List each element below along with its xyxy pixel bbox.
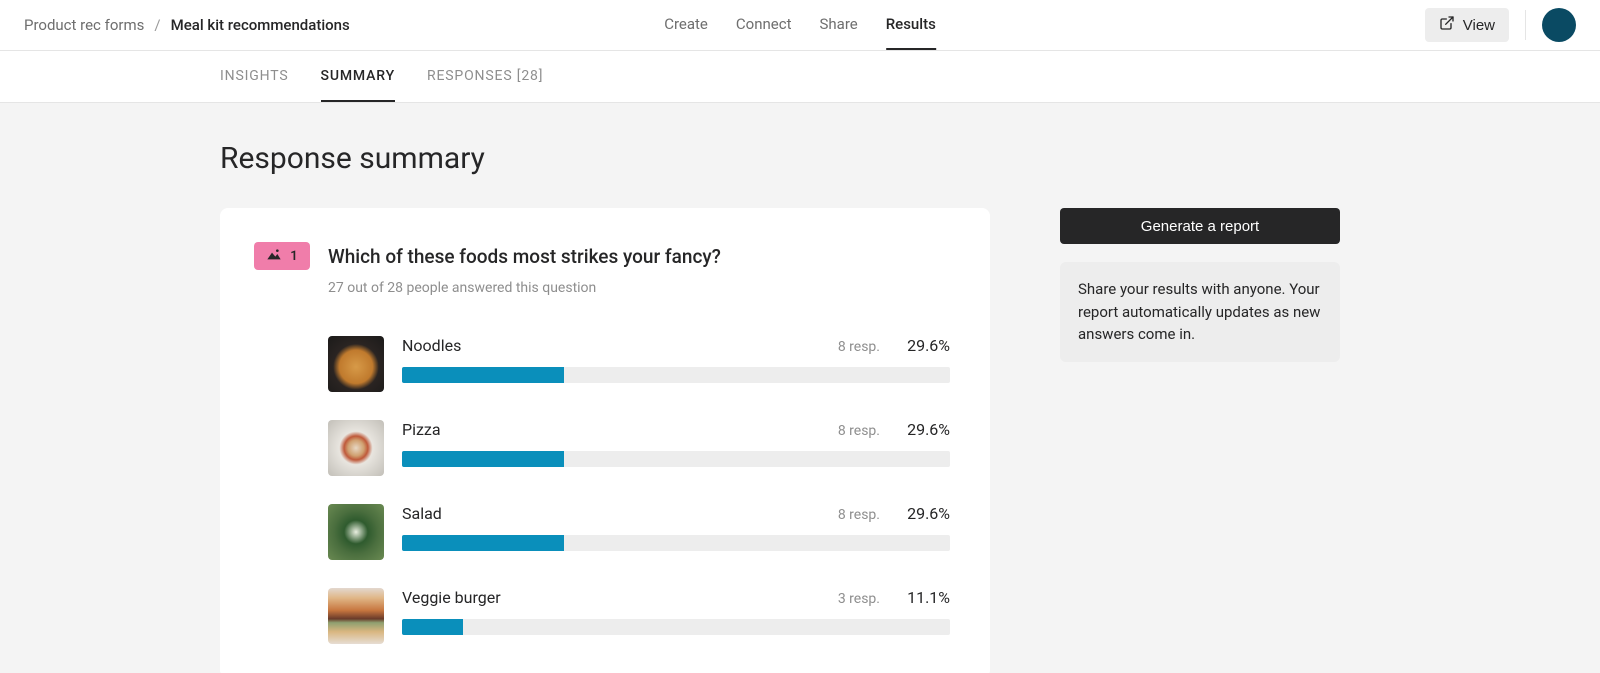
option-thumbnail xyxy=(328,588,384,644)
primary-nav: Create Connect Share Results xyxy=(664,0,936,50)
external-link-icon xyxy=(1439,15,1455,35)
option-percent: 11.1% xyxy=(896,588,950,607)
option-top: Pizza 8 resp. 29.6% xyxy=(402,420,950,439)
breadcrumb-parent[interactable]: Product rec forms xyxy=(24,16,144,34)
option-thumbnail xyxy=(328,336,384,392)
option-response-count: 8 resp. xyxy=(838,339,880,355)
subtab-insights[interactable]: INSIGHTS xyxy=(220,51,289,102)
option-response-count: 8 resp. xyxy=(838,423,880,439)
breadcrumb-separator: / xyxy=(154,16,160,34)
sub-tabs: INSIGHTS SUMMARY RESPONSES [28] xyxy=(0,51,1600,103)
option-label: Veggie burger xyxy=(402,588,822,607)
generate-report-button[interactable]: Generate a report xyxy=(1060,208,1340,244)
option-row: Pizza 8 resp. 29.6% xyxy=(328,420,950,476)
image-icon xyxy=(266,247,282,265)
content-row: 1 Which of these foods most strikes your… xyxy=(220,208,1600,673)
option-response-count: 8 resp. xyxy=(838,507,880,523)
option-bar-fill xyxy=(402,367,564,383)
breadcrumb: Product rec forms / Meal kit recommendat… xyxy=(24,16,350,34)
option-bar-fill xyxy=(402,451,564,467)
nav-create[interactable]: Create xyxy=(664,0,708,50)
question-header: 1 Which of these foods most strikes your… xyxy=(254,242,950,270)
question-type-badge: 1 xyxy=(254,242,310,270)
question-number: 1 xyxy=(290,249,297,264)
question-options: Noodles8 resp.29.6%Pizza8 resp.29.6%Sala… xyxy=(328,336,950,644)
question-subtext: 27 out of 28 people answered this questi… xyxy=(328,280,950,296)
side-column: Generate a report Share your results wit… xyxy=(1060,208,1340,362)
option-bar xyxy=(402,535,950,551)
option-bar xyxy=(402,451,950,467)
question-card: 1 Which of these foods most strikes your… xyxy=(220,208,990,673)
top-bar: Product rec forms / Meal kit recommendat… xyxy=(0,0,1600,51)
subtab-responses[interactable]: RESPONSES [28] xyxy=(427,51,543,102)
view-button-label: View xyxy=(1463,17,1495,34)
option-thumbnail xyxy=(328,504,384,560)
avatar[interactable] xyxy=(1542,8,1576,42)
option-thumbnail xyxy=(328,420,384,476)
option-top: Noodles 8 resp. 29.6% xyxy=(402,336,950,355)
nav-share[interactable]: Share xyxy=(819,0,857,50)
option-bar xyxy=(402,367,950,383)
nav-connect[interactable]: Connect xyxy=(736,0,792,50)
question-title: Which of these foods most strikes your f… xyxy=(328,245,721,268)
option-percent: 29.6% xyxy=(896,336,950,355)
option-percent: 29.6% xyxy=(896,504,950,523)
option-response-count: 3 resp. xyxy=(838,591,880,607)
option-bar-fill xyxy=(402,619,463,635)
nav-results[interactable]: Results xyxy=(886,0,936,50)
option-row: Salad 8 resp. 29.6% xyxy=(328,504,950,560)
option-bar-fill xyxy=(402,535,564,551)
option-top: Veggie burger 3 resp. 11.1% xyxy=(402,588,950,607)
page-title: Response summary xyxy=(220,141,1600,176)
option-row: Veggie burger 3 resp. 11.1% xyxy=(328,588,950,644)
divider xyxy=(1525,10,1526,40)
subtab-summary[interactable]: SUMMARY xyxy=(321,51,395,102)
option-percent: 29.6% xyxy=(896,420,950,439)
option-top: Salad 8 resp. 29.6% xyxy=(402,504,950,523)
option-row: Noodles 8 resp. 29.6% xyxy=(328,336,950,392)
breadcrumb-current: Meal kit recommendations xyxy=(171,16,350,34)
option-body: Veggie burger 3 resp. 11.1% xyxy=(402,588,950,635)
view-button[interactable]: View xyxy=(1425,8,1509,42)
option-label: Pizza xyxy=(402,420,822,439)
option-bar xyxy=(402,619,950,635)
top-bar-right: View xyxy=(1425,8,1576,42)
main-content: Response summary 1 Which of these foods … xyxy=(0,103,1600,673)
option-body: Pizza 8 resp. 29.6% xyxy=(402,420,950,467)
option-label: Noodles xyxy=(402,336,822,355)
option-body: Salad 8 resp. 29.6% xyxy=(402,504,950,551)
option-label: Salad xyxy=(402,504,822,523)
option-body: Noodles 8 resp. 29.6% xyxy=(402,336,950,383)
report-info-box: Share your results with anyone. Your rep… xyxy=(1060,262,1340,362)
